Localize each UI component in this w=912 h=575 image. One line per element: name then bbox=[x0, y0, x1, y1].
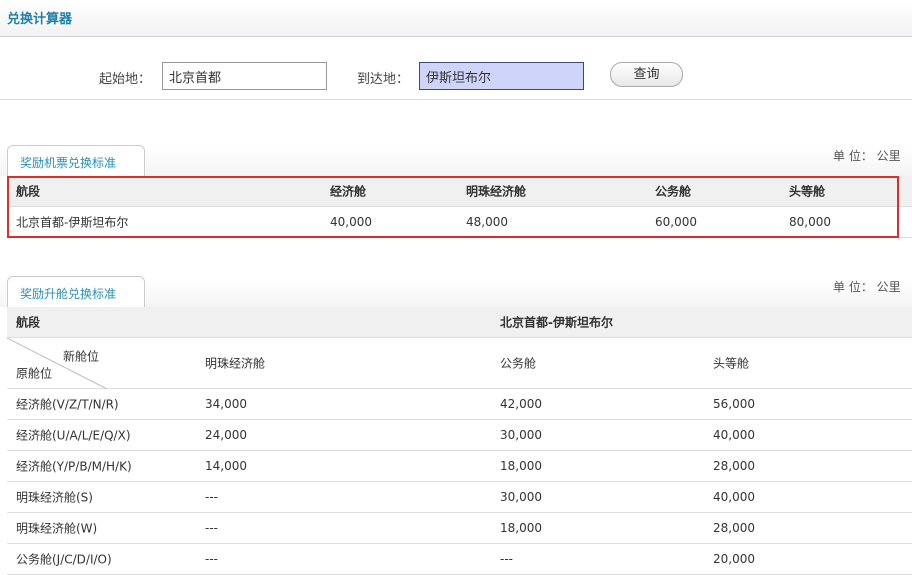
table-row: 经济舱(V/Z/T/N/R) 34,000 42,000 56,000 bbox=[7, 389, 912, 420]
value-cell: 40,000 bbox=[713, 490, 755, 504]
value-cell: --- bbox=[205, 490, 218, 504]
from-label: 起始地： bbox=[99, 72, 152, 87]
value-cell: --- bbox=[205, 521, 218, 535]
value-cell: --- bbox=[500, 552, 513, 566]
from-input[interactable] bbox=[162, 62, 327, 90]
value-cell: 18,000 bbox=[500, 521, 542, 535]
unit-label: 单 位： 公里 bbox=[833, 280, 901, 294]
value-cell: 40,000 bbox=[713, 428, 755, 442]
upgrade-subheader-row: 新舱位 原舱位 明珠经济舱 公务舱 头等舱 bbox=[7, 338, 912, 389]
value-cell: 34,000 bbox=[205, 397, 247, 411]
table-row: 公务舱(J/C/D/I/O) --- --- 20,000 bbox=[7, 544, 912, 575]
value-cell: 18,000 bbox=[500, 459, 542, 473]
value-cell: 20,000 bbox=[713, 552, 755, 566]
header-cell: 公务舱 bbox=[500, 356, 537, 371]
table-row: 明珠经济舱(W) --- 18,000 28,000 bbox=[7, 513, 912, 544]
highlight-box bbox=[7, 176, 899, 238]
cabin-cell: 明珠经济舱(S) bbox=[16, 490, 93, 505]
cabin-cell: 经济舱(Y/P/B/M/H/K) bbox=[16, 459, 132, 474]
cabin-cell: 公务舱(J/C/D/I/O) bbox=[16, 552, 112, 567]
tab-award-ticket[interactable]: 奖励机票兑换标准 bbox=[7, 145, 145, 176]
table-row: 经济舱(Y/P/B/M/H/K) 14,000 18,000 28,000 bbox=[7, 451, 912, 482]
header-cell: 明珠经济舱 bbox=[205, 356, 266, 371]
unit-label: 单 位： 公里 bbox=[833, 149, 901, 163]
value-cell: --- bbox=[205, 552, 218, 566]
value-cell: 28,000 bbox=[713, 459, 755, 473]
to-label: 到达地： bbox=[357, 72, 410, 87]
diagonal-divider bbox=[7, 338, 108, 389]
title-bar: 兑换计算器 bbox=[0, 0, 912, 37]
table-row: 明珠经济舱(S) --- 30,000 40,000 bbox=[7, 482, 912, 513]
divider bbox=[0, 99, 912, 100]
route-header: 北京首都-伊斯坦布尔 bbox=[500, 315, 613, 330]
value-cell: 42,000 bbox=[500, 397, 542, 411]
cabin-cell: 明珠经济舱(W) bbox=[16, 521, 98, 536]
tab-award-upgrade[interactable]: 奖励升舱兑换标准 bbox=[7, 276, 145, 307]
value-cell: 28,000 bbox=[713, 521, 755, 535]
value-cell: 14,000 bbox=[205, 459, 247, 473]
page-title: 兑换计算器 bbox=[7, 12, 73, 27]
to-input[interactable] bbox=[419, 62, 584, 90]
table-row: 经济舱(U/A/L/E/Q/X) 24,000 30,000 40,000 bbox=[7, 420, 912, 451]
value-cell: 30,000 bbox=[500, 428, 542, 442]
query-button[interactable]: 查询 bbox=[610, 62, 683, 87]
cabin-cell: 经济舱(V/Z/T/N/R) bbox=[16, 397, 119, 412]
cabin-cell: 经济舱(U/A/L/E/Q/X) bbox=[16, 428, 131, 443]
value-cell: 24,000 bbox=[205, 428, 247, 442]
value-cell: 30,000 bbox=[500, 490, 542, 504]
value-cell: 56,000 bbox=[713, 397, 755, 411]
header-cell: 头等舱 bbox=[713, 356, 750, 371]
upgrade-header-row: 航段 北京首都-伊斯坦布尔 bbox=[7, 307, 912, 338]
header-cell: 航段 bbox=[16, 315, 41, 330]
